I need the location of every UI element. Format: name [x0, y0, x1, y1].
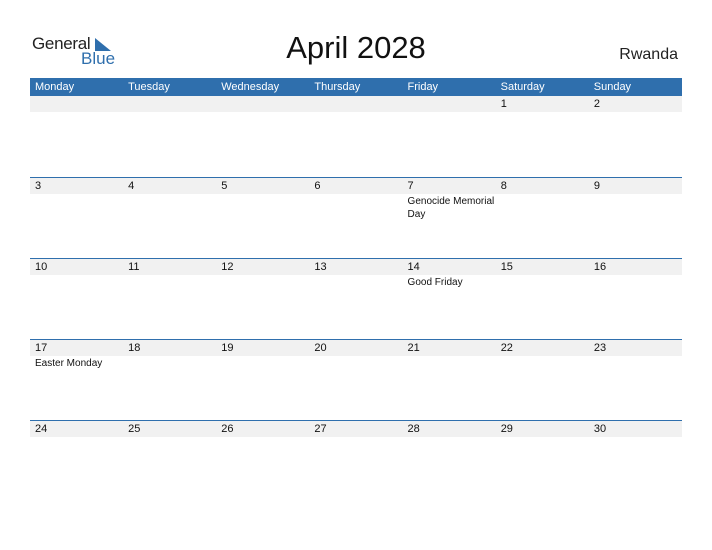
- day-cell[interactable]: 2: [589, 96, 682, 176]
- weekday-header: Monday Tuesday Wednesday Thursday Friday…: [30, 78, 682, 96]
- day-number: 19: [221, 342, 234, 354]
- day-cell[interactable]: 3: [30, 178, 123, 258]
- day-cell[interactable]: 22: [496, 340, 589, 420]
- day-cell[interactable]: 27: [309, 421, 402, 501]
- weekday-saturday: Saturday: [500, 81, 545, 93]
- day-cell[interactable]: 20: [309, 340, 402, 420]
- day-number: 5: [221, 180, 228, 192]
- day-cell[interactable]: 14 Good Friday: [403, 259, 496, 339]
- day-cell[interactable]: 4: [123, 178, 216, 258]
- day-number: 22: [500, 342, 513, 354]
- day-number: 26: [221, 423, 234, 435]
- day-cell[interactable]: [216, 96, 309, 176]
- weekday-wednesday: Wednesday: [221, 81, 280, 93]
- day-cell[interactable]: 30: [589, 421, 682, 501]
- holiday-label: Genocide Memorial Day: [407, 196, 495, 220]
- day-number: 11: [128, 261, 140, 273]
- day-number: 4: [128, 180, 135, 192]
- day-number: 29: [500, 423, 513, 435]
- day-cell[interactable]: 10: [30, 259, 123, 339]
- day-number: 10: [35, 261, 48, 273]
- day-cell[interactable]: 23: [589, 340, 682, 420]
- week-row: 3 4 5 6 7 Genocide Memorial Day 8 9: [30, 177, 682, 259]
- day-cell[interactable]: 24: [30, 421, 123, 501]
- day-number: 6: [314, 180, 321, 192]
- day-number: 3: [35, 180, 42, 192]
- day-number: 12: [221, 261, 234, 273]
- weekday-tuesday: Tuesday: [128, 81, 170, 93]
- day-cell[interactable]: 12: [216, 259, 309, 339]
- weekday-monday: Monday: [35, 81, 75, 93]
- day-cell[interactable]: 21: [403, 340, 496, 420]
- day-cell[interactable]: [30, 96, 123, 176]
- day-cell[interactable]: 16: [589, 259, 682, 339]
- weekday-thursday: Thursday: [314, 81, 361, 93]
- week-row: 10 11 12 13 14 Good Friday 15 16: [30, 258, 682, 340]
- day-cell[interactable]: 7 Genocide Memorial Day: [403, 178, 496, 258]
- day-number: 25: [128, 423, 141, 435]
- day-number: 18: [128, 342, 141, 354]
- weekday-friday: Friday: [407, 81, 439, 93]
- page-title: April 2028: [286, 30, 426, 65]
- holiday-label: Good Friday: [407, 277, 463, 288]
- country-label: Rwanda: [619, 46, 678, 63]
- day-cell[interactable]: 29: [496, 421, 589, 501]
- weekday-sunday: Sunday: [593, 81, 632, 93]
- day-number: 13: [314, 261, 327, 273]
- day-number: 30: [593, 423, 607, 435]
- day-cell[interactable]: 13: [309, 259, 402, 339]
- day-cell[interactable]: 8: [496, 178, 589, 258]
- day-number: 1: [500, 98, 507, 110]
- day-cell[interactable]: 6: [309, 178, 402, 258]
- day-cell[interactable]: 5: [216, 178, 309, 258]
- day-cell[interactable]: 15: [496, 259, 589, 339]
- week-row: 17 Easter Monday 18 19 20 21 22 23: [30, 339, 682, 421]
- week-row: 12: [30, 96, 682, 177]
- day-cell[interactable]: 1: [496, 96, 589, 176]
- day-cell[interactable]: 18: [123, 340, 216, 420]
- day-number: 28: [407, 423, 420, 435]
- day-cell[interactable]: [123, 96, 216, 176]
- day-number: 23: [593, 342, 607, 354]
- week-row: 24 25 26 27 28 29 30: [30, 420, 682, 502]
- day-number: 2: [593, 98, 600, 110]
- holiday-label: Easter Monday: [35, 358, 103, 369]
- day-number: 8: [500, 180, 507, 192]
- day-number: 20: [314, 342, 327, 354]
- day-cell[interactable]: 11: [123, 259, 216, 339]
- day-number: 9: [593, 180, 600, 192]
- day-number: 21: [407, 342, 420, 354]
- day-cell[interactable]: [309, 96, 402, 176]
- day-number: 24: [35, 423, 48, 435]
- day-number: 15: [500, 261, 513, 273]
- day-number: 17: [35, 342, 48, 354]
- day-cell[interactable]: 17 Easter Monday: [30, 340, 123, 420]
- day-number: 16: [593, 261, 607, 273]
- day-number: 7: [407, 180, 414, 192]
- day-cell[interactable]: 28: [403, 421, 496, 501]
- day-number: 27: [314, 423, 327, 435]
- day-cell[interactable]: 9: [589, 178, 682, 258]
- day-cell[interactable]: 26: [216, 421, 309, 501]
- day-cell[interactable]: 25: [123, 421, 216, 501]
- day-cell[interactable]: [403, 96, 496, 176]
- day-number: 14: [407, 261, 420, 273]
- day-cell[interactable]: 19: [216, 340, 309, 420]
